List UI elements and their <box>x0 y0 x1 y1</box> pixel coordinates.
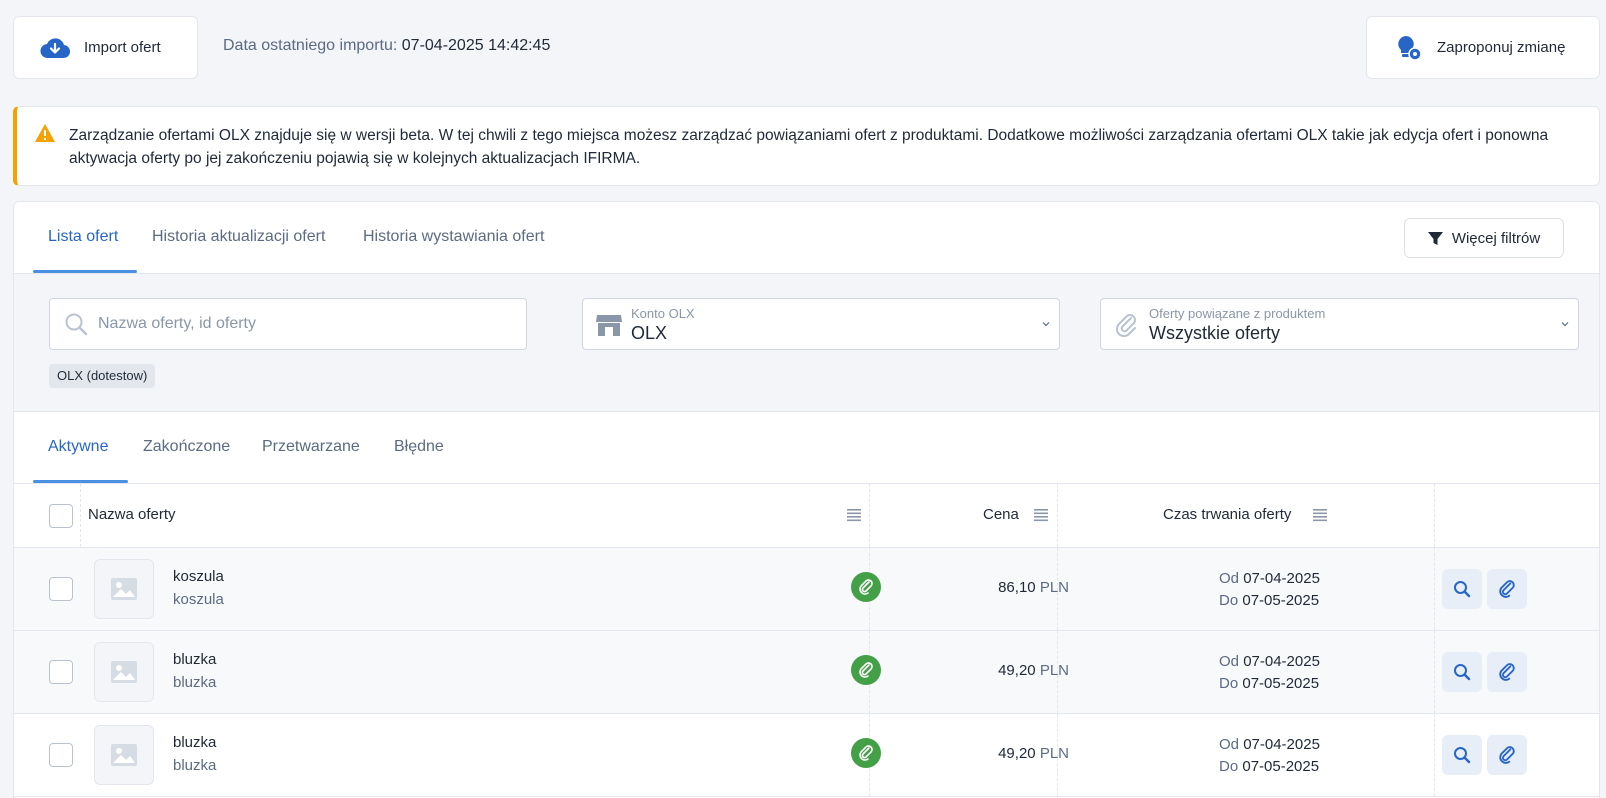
row-checkbox[interactable] <box>49 577 73 601</box>
olx-account-select[interactable]: Konto OLX OLX <box>582 298 1060 350</box>
account-filter-chip[interactable]: OLX (dotestow) <box>49 364 156 388</box>
view-offer-button[interactable] <box>1442 735 1482 775</box>
search-icon <box>1454 581 1471 598</box>
image-placeholder-icon <box>111 744 137 766</box>
tab-active[interactable]: Aktywne <box>48 438 108 456</box>
paperclip-icon <box>1499 663 1515 681</box>
search-icon <box>1454 747 1471 764</box>
linked-offers-select[interactable]: Oferty powiązane z produktem Wszystkie o… <box>1100 298 1579 350</box>
select-all-checkbox[interactable] <box>49 504 73 528</box>
row-checkbox[interactable] <box>49 660 73 684</box>
offer-thumbnail <box>94 725 154 785</box>
paperclip-icon <box>859 662 873 678</box>
warning-icon <box>35 124 55 142</box>
column-menu-icon[interactable] <box>1034 508 1048 522</box>
paperclip-icon <box>859 579 873 595</box>
linked-product-badge <box>851 572 881 602</box>
tab-errors[interactable]: Błędne <box>394 438 444 456</box>
chevron-down-icon <box>1561 322 1569 327</box>
paperclip-icon <box>859 745 873 761</box>
column-header-price[interactable]: Cena <box>983 506 1019 523</box>
active-status-indicator <box>33 480 128 483</box>
more-filters-button[interactable]: Więcej filtrów <box>1404 218 1564 258</box>
offer-subtitle: koszula <box>173 591 224 608</box>
store-icon <box>596 315 622 336</box>
last-import-info: Data ostatniego importu: 07-04-2025 14:4… <box>223 37 550 55</box>
view-offer-button[interactable] <box>1442 652 1482 692</box>
tab-offer-list[interactable]: Lista ofert <box>48 228 118 246</box>
suggest-change-label: Zaproponuj zmianę <box>1437 39 1566 56</box>
status-tabs: Aktywne Zakończone Przetwarzane Błędne <box>14 412 1599 484</box>
column-header-name[interactable]: Nazwa oferty <box>88 506 176 523</box>
filters-section: Nazwa oferty, id oferty Konto OLX OLX Of… <box>14 274 1599 412</box>
beta-alert-text: Zarządzanie ofertami OLX znajduje się w … <box>69 127 1549 167</box>
suggest-change-button[interactable]: Zaproponuj zmianę <box>1366 16 1600 79</box>
offer-subtitle: bluzka <box>173 674 217 691</box>
image-placeholder-icon <box>111 661 137 683</box>
tab-ended[interactable]: Zakończone <box>143 438 230 456</box>
linked-offers-value: Wszystkie oferty <box>1149 323 1281 343</box>
tab-processing[interactable]: Przetwarzane <box>262 438 360 456</box>
olx-account-value: OLX <box>631 323 668 343</box>
row-checkbox[interactable] <box>49 743 73 767</box>
search-input[interactable]: Nazwa oferty, id oferty <box>49 298 527 350</box>
chevron-down-icon <box>1042 322 1050 327</box>
offer-price: 49,20 PLN <box>998 662 1069 679</box>
linked-offers-label: Oferty powiązane z produktem <box>1149 306 1326 321</box>
last-import-label: Data ostatniego importu: <box>223 37 398 54</box>
tab-update-history[interactable]: Historia aktualizacji ofert <box>152 228 325 246</box>
table-row[interactable]: bluzka bluzka 49,20 PLN Od 07-04-2025 Do… <box>14 714 1599 797</box>
offer-subtitle: bluzka <box>173 757 217 774</box>
offer-name[interactable]: bluzka <box>173 734 216 751</box>
search-icon <box>65 313 88 336</box>
tab-listing-history[interactable]: Historia wystawiania ofert <box>363 228 544 246</box>
link-product-button[interactable] <box>1487 569 1527 609</box>
paperclip-icon <box>1499 580 1515 598</box>
active-tab-indicator <box>33 270 137 273</box>
paperclip-icon <box>1115 314 1136 337</box>
column-menu-icon[interactable] <box>1313 508 1327 522</box>
link-product-button[interactable] <box>1487 652 1527 692</box>
import-offers-button[interactable]: Import ofert <box>13 16 198 79</box>
import-offers-label: Import ofert <box>84 39 161 56</box>
link-product-button[interactable] <box>1487 735 1527 775</box>
offers-table: Nazwa oferty Cena Czas trwania oferty ko… <box>14 484 1599 797</box>
linked-product-badge <box>851 655 881 685</box>
more-filters-label: Więcej filtrów <box>1451 229 1541 247</box>
last-import-value: 07-04-2025 14:42:45 <box>401 37 551 54</box>
main-tabs: Lista ofert Historia aktualizacji ofert … <box>14 202 1599 274</box>
olx-account-label: Konto OLX <box>631 306 695 321</box>
offer-price: 49,20 PLN <box>998 745 1069 762</box>
image-placeholder-icon <box>111 578 137 600</box>
lightbulb-gear-icon <box>1398 35 1422 61</box>
offer-name[interactable]: bluzka <box>173 651 216 668</box>
search-placeholder: Nazwa oferty, id oferty <box>98 315 256 332</box>
table-header: Nazwa oferty Cena Czas trwania oferty <box>14 484 1599 548</box>
offer-thumbnail <box>94 642 154 702</box>
offer-duration: Od 07-04-2025 Do 07-05-2025 <box>1219 570 1320 609</box>
offer-duration: Od 07-04-2025 Do 07-05-2025 <box>1219 736 1320 775</box>
cloud-download-icon <box>40 37 70 58</box>
offers-panel: Lista ofert Historia aktualizacji ofert … <box>13 201 1600 798</box>
column-menu-icon[interactable] <box>847 508 861 522</box>
offer-duration: Od 07-04-2025 Do 07-05-2025 <box>1219 653 1320 692</box>
table-row[interactable]: bluzka bluzka 49,20 PLN Od 07-04-2025 Do… <box>14 631 1599 714</box>
top-bar: Import ofert Data ostatniego importu: 07… <box>13 16 1600 79</box>
beta-alert: Zarządzanie ofertami OLX znajduje się w … <box>13 106 1600 186</box>
search-icon <box>1454 664 1471 681</box>
view-offer-button[interactable] <box>1442 569 1482 609</box>
table-row[interactable]: koszula koszula 86,10 PLN Od 07-04-2025 … <box>14 548 1599 631</box>
linked-product-badge <box>851 738 881 768</box>
offer-thumbnail <box>94 559 154 619</box>
offer-price: 86,10 PLN <box>998 579 1069 596</box>
paperclip-icon <box>1499 746 1515 764</box>
filter-icon <box>1427 231 1443 245</box>
offer-name[interactable]: koszula <box>173 568 224 585</box>
column-header-duration[interactable]: Czas trwania oferty <box>1163 506 1291 523</box>
